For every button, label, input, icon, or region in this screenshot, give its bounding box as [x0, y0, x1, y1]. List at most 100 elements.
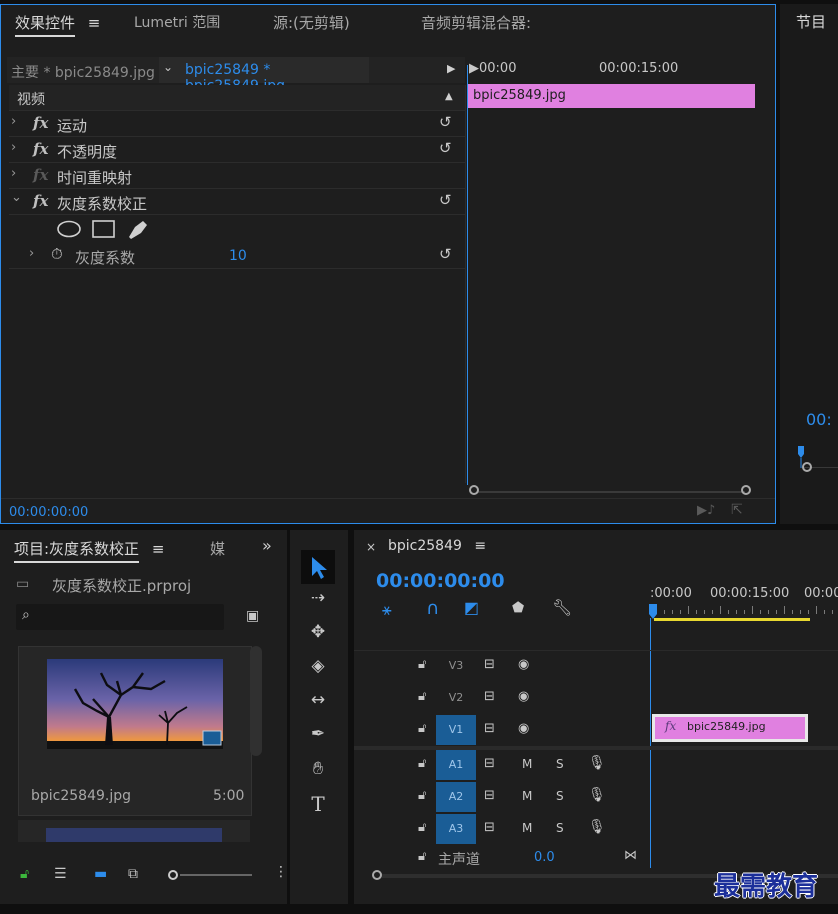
- razor-tool-icon[interactable]: ◈: [302, 656, 334, 676]
- microphone-icon[interactable]: 🎙︎: [588, 819, 606, 835]
- panel-menu-icon[interactable]: ≡: [152, 540, 165, 558]
- new-bin-icon[interactable]: ▣: [246, 608, 259, 624]
- zoom-slider[interactable]: [168, 870, 252, 880]
- video-section-header[interactable]: 视频 ▲: [9, 85, 465, 111]
- fx-toggle-icon[interactable]: fx: [33, 114, 48, 132]
- collapse-up-icon[interactable]: ▲: [445, 91, 453, 102]
- media-thumbnail-card-2[interactable]: [18, 820, 250, 842]
- eye-icon[interactable]: ◉: [518, 689, 529, 704]
- ec-clip-bar[interactable]: bpic25849.jpg: [467, 84, 755, 108]
- mask-shape-icons[interactable]: [57, 219, 157, 241]
- reset-icon[interactable]: ↺: [439, 113, 452, 131]
- solo-button[interactable]: S: [556, 757, 564, 771]
- work-area-bar[interactable]: [654, 618, 810, 621]
- fx-toggle-icon[interactable]: fx: [33, 166, 48, 184]
- timeline-timecode[interactable]: 00:00:00:00: [376, 570, 505, 592]
- sync-lock-icon[interactable]: ⊟: [484, 721, 495, 736]
- track-select-tool-icon[interactable]: ⇢: [302, 588, 334, 608]
- master-clip-label[interactable]: 主要 * bpic25849.jpg: [11, 62, 155, 82]
- lock-icon[interactable]: 🔓︎: [418, 657, 426, 672]
- type-tool-icon[interactable]: T: [302, 792, 334, 816]
- lock-icon[interactable]: 🔓︎: [418, 721, 426, 736]
- overflow-chevron-icon[interactable]: »: [262, 536, 272, 555]
- lock-icon[interactable]: 🔓︎: [20, 866, 29, 882]
- chevron-right-icon[interactable]: ›: [11, 114, 16, 129]
- effect-row-gamma[interactable]: ⌄ fx 灰度系数校正 ↺: [9, 189, 465, 215]
- track-header-v1[interactable]: 🔓︎ V1 ⊟ ◉: [354, 715, 650, 745]
- chevron-right-icon[interactable]: ›: [29, 246, 34, 261]
- effect-row-opacity[interactable]: › fx 不透明度 ↺: [9, 137, 465, 163]
- track-header-a1[interactable]: 🔓︎ A1 ⊟ M S 🎙︎: [354, 750, 650, 780]
- tab-lumetri-scopes[interactable]: Lumetri 范围: [134, 12, 220, 32]
- ec-time-ruler[interactable]: ▶00:00 00:00:15:00: [469, 57, 759, 87]
- track-header-master[interactable]: 🔓︎ 主声道 0.0 ⋈: [354, 846, 650, 870]
- sync-lock-icon[interactable]: ⊟: [484, 820, 495, 835]
- stopwatch-icon[interactable]: ⏱: [51, 245, 63, 263]
- media-thumbnail-card[interactable]: bpic25849.jpg 5:00: [18, 646, 252, 816]
- slip-tool-icon[interactable]: ↔: [302, 690, 334, 710]
- ec-zoom-scrollbar[interactable]: [469, 485, 753, 499]
- freeform-view-icon[interactable]: ⧉: [128, 866, 138, 882]
- track-header-a3[interactable]: 🔓︎ A3 ⊟ M S 🎙︎: [354, 814, 650, 844]
- fx-toggle-icon[interactable]: fx: [33, 192, 48, 210]
- track-target-a2[interactable]: A2: [436, 782, 476, 812]
- tab-sequence[interactable]: bpic25849 ≡: [388, 538, 486, 554]
- v1-clip[interactable]: fx bpic25849.jpg: [652, 714, 808, 742]
- tab-effect-controls[interactable]: 效果控件 ≡: [15, 12, 100, 37]
- list-view-icon[interactable]: ☰: [54, 866, 67, 882]
- track-header-v3[interactable]: 🔓︎ V3 ⊟ ◉: [354, 651, 650, 681]
- sync-lock-icon[interactable]: ⊟: [484, 788, 495, 803]
- eye-icon[interactable]: ◉: [518, 657, 529, 672]
- timeline-playhead-icon[interactable]: [646, 602, 660, 622]
- export-icon[interactable]: ⇱: [731, 502, 743, 518]
- program-timecode[interactable]: 00:: [806, 410, 832, 429]
- selection-tool-button[interactable]: [301, 550, 335, 584]
- track-target-v3[interactable]: V3: [436, 651, 476, 681]
- project-scrollbar[interactable]: [250, 646, 262, 756]
- effect-row-time-remap[interactable]: › fx 时间重映射: [9, 163, 465, 189]
- audio-solo-icon[interactable]: ▶♪: [697, 503, 715, 518]
- solo-button[interactable]: S: [556, 789, 564, 803]
- track-target-v2[interactable]: V2: [436, 683, 476, 713]
- microphone-icon[interactable]: 🎙︎: [588, 755, 606, 771]
- icon-view-icon[interactable]: ▬: [94, 866, 107, 882]
- tab-project[interactable]: 项目:灰度系数校正 ≡: [14, 538, 165, 563]
- param-value[interactable]: 10: [229, 248, 247, 264]
- chevron-right-icon[interactable]: ›: [11, 166, 16, 181]
- track-target-a1[interactable]: A1: [436, 750, 476, 780]
- mute-button[interactable]: M: [522, 757, 532, 771]
- linked-selection-icon[interactable]: ◩: [464, 598, 479, 617]
- mute-button[interactable]: M: [522, 789, 532, 803]
- tab-program[interactable]: 节目: [796, 11, 826, 32]
- tab-media-browser[interactable]: 媒: [210, 538, 225, 559]
- master-volume-value[interactable]: 0.0: [534, 850, 555, 865]
- play-triangle-icon[interactable]: ▶: [447, 62, 455, 75]
- track-header-v2[interactable]: 🔓︎ V2 ⊟ ◉: [354, 683, 650, 713]
- chevron-down-icon[interactable]: ⌄: [11, 190, 22, 205]
- wrench-icon[interactable]: 🔧︎: [552, 598, 572, 617]
- track-target-v1[interactable]: V1: [436, 715, 476, 745]
- reset-icon[interactable]: ↺: [439, 245, 452, 263]
- go-to-edit-icon[interactable]: ⋈: [624, 848, 637, 863]
- tab-audio-clip-mixer[interactable]: 音频剪辑混合器:: [421, 12, 531, 33]
- clip-dropdown[interactable]: ⌄ bpic25849 * bpic25849.jpg: [159, 57, 369, 94]
- program-zoom-handle[interactable]: [802, 462, 812, 472]
- sync-lock-icon[interactable]: ⊟: [484, 756, 495, 771]
- lock-icon[interactable]: 🔓︎: [418, 849, 426, 864]
- chevron-right-icon[interactable]: ›: [11, 140, 16, 155]
- eye-icon[interactable]: ◉: [518, 721, 529, 736]
- track-target-a3[interactable]: A3: [436, 814, 476, 844]
- ec-timecode[interactable]: 00:00:00:00: [9, 505, 88, 520]
- lock-icon[interactable]: 🔓︎: [418, 820, 426, 835]
- reset-icon[interactable]: ↺: [439, 191, 452, 209]
- snap-magnet-icon[interactable]: ∩: [426, 598, 439, 619]
- fx-toggle-icon[interactable]: fx: [33, 140, 48, 158]
- hand-tool-icon[interactable]: ✋︎: [302, 758, 334, 779]
- solo-button[interactable]: S: [556, 821, 564, 835]
- track-header-a2[interactable]: 🔓︎ A2 ⊟ M S 🎙︎: [354, 782, 650, 812]
- effect-row-motion[interactable]: › fx 运动 ↺: [9, 111, 465, 137]
- lock-icon[interactable]: 🔓︎: [418, 756, 426, 771]
- ec-playhead[interactable]: [467, 65, 468, 485]
- mute-button[interactable]: M: [522, 821, 532, 835]
- sync-lock-icon[interactable]: ⊟: [484, 689, 495, 704]
